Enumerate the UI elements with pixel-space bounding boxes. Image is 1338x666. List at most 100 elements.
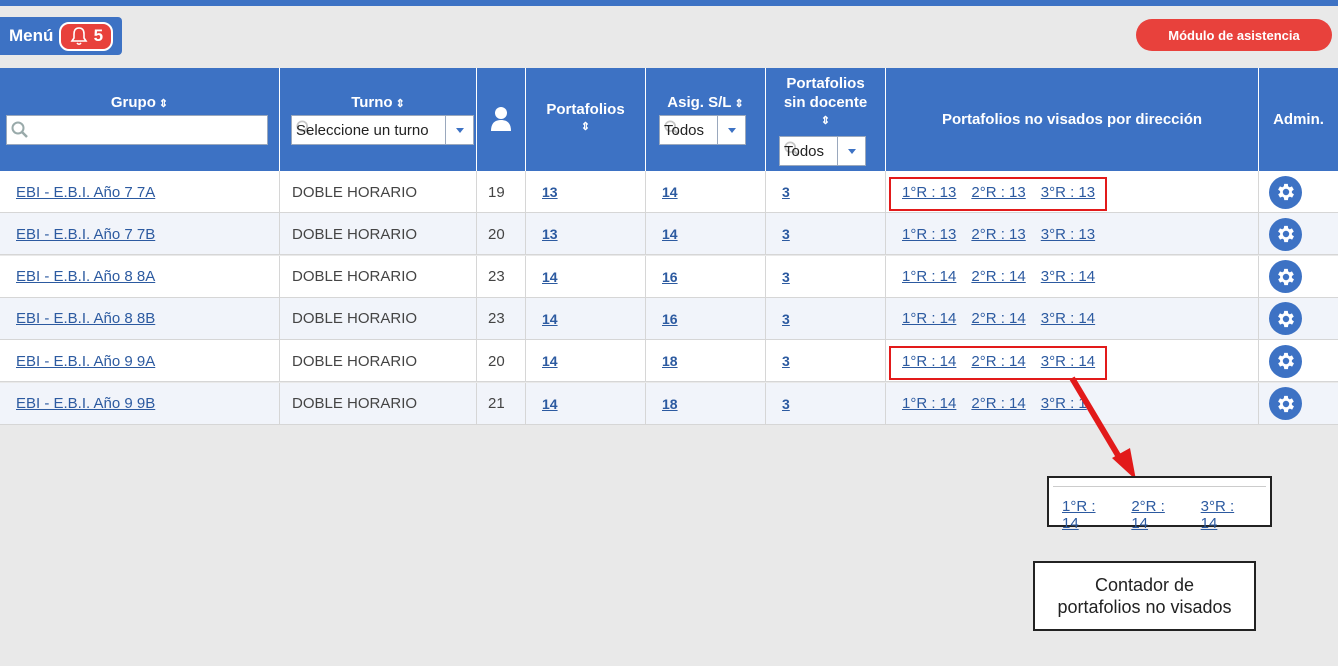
alumnos-count: 20 [488,352,505,370]
asig-link[interactable]: 16 [662,269,678,285]
cell-alumnos: 21 [477,382,526,425]
header-grupo-label: Grupo [110,94,156,111]
header-no-visados: Portafolios no visados por dirección [886,68,1259,171]
cell-grupo: EBI - E.B.I. Año 9 9A [0,340,280,383]
r3-link[interactable]: 3°R : 14 [1041,268,1095,285]
modulo-asistencia-button[interactable]: Módulo de asistencia [1136,19,1332,51]
portafolios-link[interactable]: 14 [542,269,558,285]
settings-button[interactable] [1269,217,1302,251]
alumnos-count: 21 [488,395,505,412]
settings-button[interactable] [1269,302,1302,336]
cell-no-visados: 1°R : 14 2°R : 14 3°R : 14 [886,297,1259,340]
sort-icon: ⇕ [158,98,169,110]
r1-link[interactable]: 1°R : 14 [902,395,956,412]
cell-grupo: EBI - E.B.I. Año 8 8B [0,297,280,340]
cell-portafolios: 14 [526,255,646,298]
header-asig-sort[interactable]: Asig. S/L ⇕ [646,94,765,111]
cell-portafolios: 13 [526,171,646,213]
settings-button[interactable] [1269,344,1302,378]
cell-grupo: EBI - E.B.I. Año 9 9B [0,382,280,425]
asig-select[interactable]: Todos [659,115,746,145]
zoom-r1-link[interactable]: 1°R : 14 [1062,498,1116,532]
notification-count: 5 [93,26,104,45]
cell-admin [1259,340,1338,382]
header-turno-sort[interactable]: Turno ⇕ [280,94,476,111]
turno-value: DOBLE HORARIO [292,395,418,412]
cell-sin-docente: 3 [766,340,886,383]
header-grupo-sort[interactable]: Grupo ⇕ [0,94,279,111]
settings-button[interactable] [1269,387,1302,420]
portafolios-link[interactable]: 14 [542,353,558,369]
portafolios-link[interactable]: 14 [542,311,558,327]
cell-sin-docente: 3 [766,255,886,298]
asig-link[interactable]: 16 [662,311,678,327]
r2-link[interactable]: 2°R : 14 [971,268,1025,285]
grupo-link[interactable]: EBI - E.B.I. Año 8 8A [16,268,155,285]
sin-docente-select[interactable]: Todos [779,136,866,166]
sin-docente-link[interactable]: 3 [782,184,790,200]
asig-link[interactable]: 14 [662,226,678,242]
r3-link[interactable]: 3°R : 13 [1041,226,1095,243]
dropdown-arrow-icon [837,137,865,165]
annotation-callout: Contador de portafolios no visados [1033,561,1256,631]
r1-link[interactable]: 1°R : 14 [902,268,956,285]
portafolios-link[interactable]: 14 [542,396,558,412]
menu-button[interactable]: Menú 5 [0,17,122,55]
header-portafolios[interactable]: Portafolios ⇕ [526,68,646,171]
alumnos-count: 20 [488,225,505,243]
asig-select-value: Todos [664,122,705,139]
annotation-arrow [1069,376,1136,480]
r3-link[interactable]: 3°R : 14 [1041,310,1095,327]
sin-docente-link[interactable]: 3 [782,396,790,412]
cell-turno: DOBLE HORARIO [280,382,477,425]
grupo-link[interactable]: EBI - E.B.I. Año 8 8B [16,310,155,327]
highlight-box [889,177,1107,211]
zoom-r2-link[interactable]: 2°R : 14 [1131,498,1185,532]
portafolios-link[interactable]: 13 [542,184,558,200]
grupo-link[interactable]: EBI - E.B.I. Año 9 9A [16,353,155,370]
asig-link[interactable]: 14 [662,184,678,200]
r1-link[interactable]: 1°R : 13 [902,226,956,243]
table-row: EBI - E.B.I. Año 7 7A DOBLE HORARIO 19 13 14… [0,171,1338,213]
header-sin-docente-sort[interactable]: Portafolios sin docente ⇕ [766,74,885,131]
portafolios-link[interactable]: 13 [542,226,558,242]
bell-icon [70,27,88,46]
sin-docente-link[interactable]: 3 [782,353,790,369]
cell-alumnos: 23 [477,255,526,298]
cell-asig: 16 [646,297,766,340]
top-accent-bar [0,0,1338,6]
turno-value: DOBLE HORARIO [292,268,418,286]
cell-grupo: EBI - E.B.I. Año 7 7B [0,213,280,256]
header-sin-docente-line1: Portafolios [786,75,865,92]
asig-link[interactable]: 18 [662,396,678,412]
r2-link[interactable]: 2°R : 13 [971,226,1025,243]
header-turno: Turno ⇕ Seleccione un turno [280,68,477,171]
turno-select[interactable]: Seleccione un turno [291,115,474,145]
settings-button[interactable] [1269,260,1302,294]
zoom-r3-link[interactable]: 3°R : 14 [1201,498,1255,532]
notifications-badge[interactable]: 5 [59,21,114,51]
cell-admin [1259,171,1338,213]
dropdown-arrow-icon [717,116,745,144]
sort-icon: ⇕ [734,98,744,110]
r2-link[interactable]: 2°R : 14 [971,310,1025,327]
grupo-link[interactable]: EBI - E.B.I. Año 7 7A [16,184,155,201]
header-alumnos [477,68,526,171]
turno-value: DOBLE HORARIO [292,183,418,201]
asig-link[interactable]: 18 [662,353,678,369]
sin-docente-link[interactable]: 3 [782,226,790,242]
settings-button[interactable] [1269,175,1302,209]
cell-sin-docente: 3 [766,382,886,425]
header-admin: Admin. [1259,68,1338,171]
sort-icon: ⇕ [395,98,405,110]
gear-icon [1277,268,1294,285]
grupo-search-input[interactable] [6,115,268,145]
grupo-link[interactable]: EBI - E.B.I. Año 7 7B [16,226,155,243]
grupo-link[interactable]: EBI - E.B.I. Año 9 9B [16,395,155,412]
sin-docente-link[interactable]: 3 [782,269,790,285]
r2-link[interactable]: 2°R : 14 [971,395,1025,412]
r1-link[interactable]: 1°R : 14 [902,310,956,327]
sin-docente-link[interactable]: 3 [782,311,790,327]
turno-value: DOBLE HORARIO [292,352,418,370]
cell-turno: DOBLE HORARIO [280,255,477,298]
